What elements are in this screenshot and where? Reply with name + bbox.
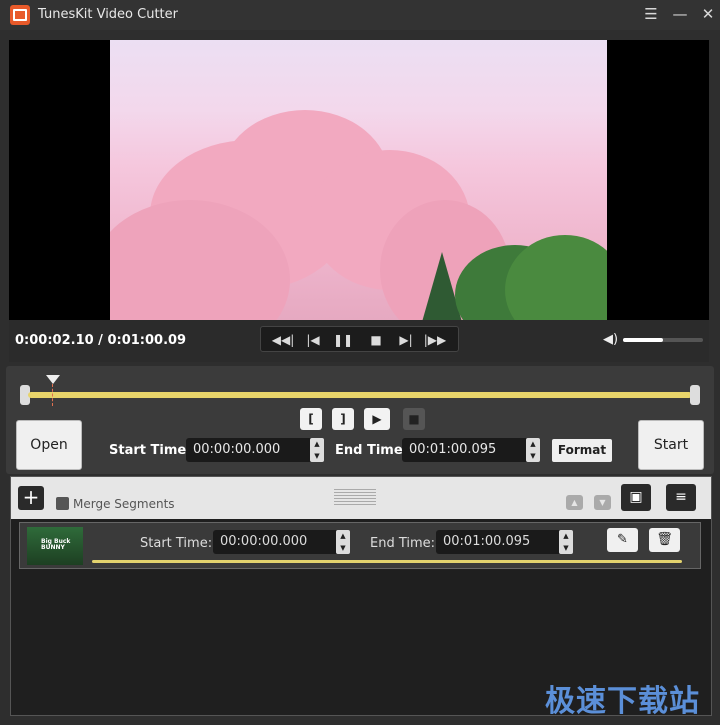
app-logo-icon [10, 5, 30, 25]
start-time-input[interactable]: 00:00:00.000 [186, 438, 314, 462]
next-frame-button[interactable]: ▶| [394, 330, 418, 350]
video-preview [9, 40, 709, 320]
delete-segment-icon[interactable]: 🗑 [649, 528, 680, 552]
watermark-text: 极速下载站 [545, 684, 700, 719]
add-segment-button[interactable]: + [18, 486, 44, 510]
open-button[interactable]: Open [16, 420, 82, 470]
resize-grip[interactable] [334, 489, 376, 505]
spin-up-icon[interactable]: ▲ [559, 530, 573, 542]
timeline-right-handle[interactable] [690, 385, 700, 405]
end-time-input[interactable]: 00:01:00.095 [402, 438, 530, 462]
segment-start-spinner[interactable]: ▲ ▼ [336, 530, 350, 554]
prev-frame-button[interactable]: |◀ [301, 330, 325, 350]
window-title: TunesKit Video Cutter [38, 7, 178, 22]
merge-segments-label: Merge Segments [73, 497, 175, 511]
preview-segment-button[interactable]: ▶ [364, 408, 390, 430]
volume-icon[interactable]: ◀) [603, 332, 618, 347]
start-time-spinner[interactable]: ▲ ▼ [310, 438, 324, 462]
mark-out-button[interactable]: ] [332, 408, 354, 430]
playback-bar: 0:00:02.10 / 0:01:00.09 ◀◀| |◀ ❚❚ ■ ▶| |… [9, 320, 709, 362]
title-bar: TunesKit Video Cutter ☰ — ✕ [0, 0, 720, 30]
end-time-spinner[interactable]: ▲ ▼ [526, 438, 540, 462]
volume-slider[interactable] [623, 338, 703, 342]
end-time-label: End Time: [335, 443, 408, 458]
merge-segments-checkbox[interactable] [56, 497, 69, 510]
spin-down-icon[interactable]: ▼ [526, 450, 540, 462]
spin-down-icon[interactable]: ▼ [336, 542, 350, 554]
spin-up-icon[interactable]: ▲ [336, 530, 350, 542]
segment-start-label: Start Time: [140, 536, 213, 551]
menu-icon[interactable]: ☰ [640, 4, 662, 24]
timeline-track[interactable] [28, 392, 692, 398]
cutter-panel: [ ] ▶ ■ Open Start Time: 00:00:00.000 ▲ … [6, 366, 714, 474]
sort-segments-button[interactable]: ≡ [666, 484, 696, 511]
prev-segment-button[interactable]: ◀◀| [271, 330, 295, 350]
stop-preview-button[interactable]: ■ [403, 408, 425, 430]
stop-button[interactable]: ■ [364, 330, 388, 350]
segment-end-input[interactable]: 00:01:00.095 [436, 530, 562, 554]
app-window: TunesKit Video Cutter ☰ — ✕ 0:00:02.10 /… [0, 0, 720, 725]
move-down-button[interactable]: ▼ [594, 495, 611, 510]
timeline-slider[interactable] [20, 375, 700, 406]
playhead-line [52, 384, 53, 406]
segment-toolbar: + Merge Segments ▲ ▼ ▣ ≡ [11, 477, 711, 519]
segment-row[interactable]: Big Buck BUNNY Start Time: 00:00:00.000 … [19, 522, 701, 569]
time-readout: 0:00:02.10 / 0:01:00.09 [15, 333, 187, 348]
pause-button[interactable]: ❚❚ [331, 330, 355, 350]
edit-segment-icon[interactable]: ✎ [607, 528, 638, 552]
segment-end-spinner[interactable]: ▲ ▼ [559, 530, 573, 554]
mark-in-button[interactable]: [ [300, 408, 322, 430]
playhead-marker[interactable] [46, 375, 60, 384]
move-up-button[interactable]: ▲ [566, 495, 583, 510]
next-segment-button[interactable]: |▶▶ [423, 330, 447, 350]
segment-start-input[interactable]: 00:00:00.000 [213, 530, 339, 554]
close-button[interactable]: ✕ [697, 4, 719, 24]
thumbnail-title: Big Buck BUNNY [41, 538, 71, 551]
segment-end-label: End Time: [370, 536, 436, 551]
spin-up-icon[interactable]: ▲ [526, 438, 540, 450]
spin-down-icon[interactable]: ▼ [310, 450, 324, 462]
volume-fill [623, 338, 663, 342]
spin-down-icon[interactable]: ▼ [559, 542, 573, 554]
spin-up-icon[interactable]: ▲ [310, 438, 324, 450]
start-time-label: Start Time: [109, 443, 192, 458]
segment-thumbnail: Big Buck BUNNY [27, 527, 83, 565]
segment-range-bar [92, 560, 682, 563]
start-button[interactable]: Start [638, 420, 704, 470]
output-folder-button[interactable]: ▣ [621, 484, 651, 511]
transport-controls: ◀◀| |◀ ❚❚ ■ ▶| |▶▶ [260, 326, 459, 352]
format-button[interactable]: Format [552, 439, 612, 462]
video-frame [110, 40, 607, 320]
minimize-button[interactable]: — [669, 4, 691, 24]
